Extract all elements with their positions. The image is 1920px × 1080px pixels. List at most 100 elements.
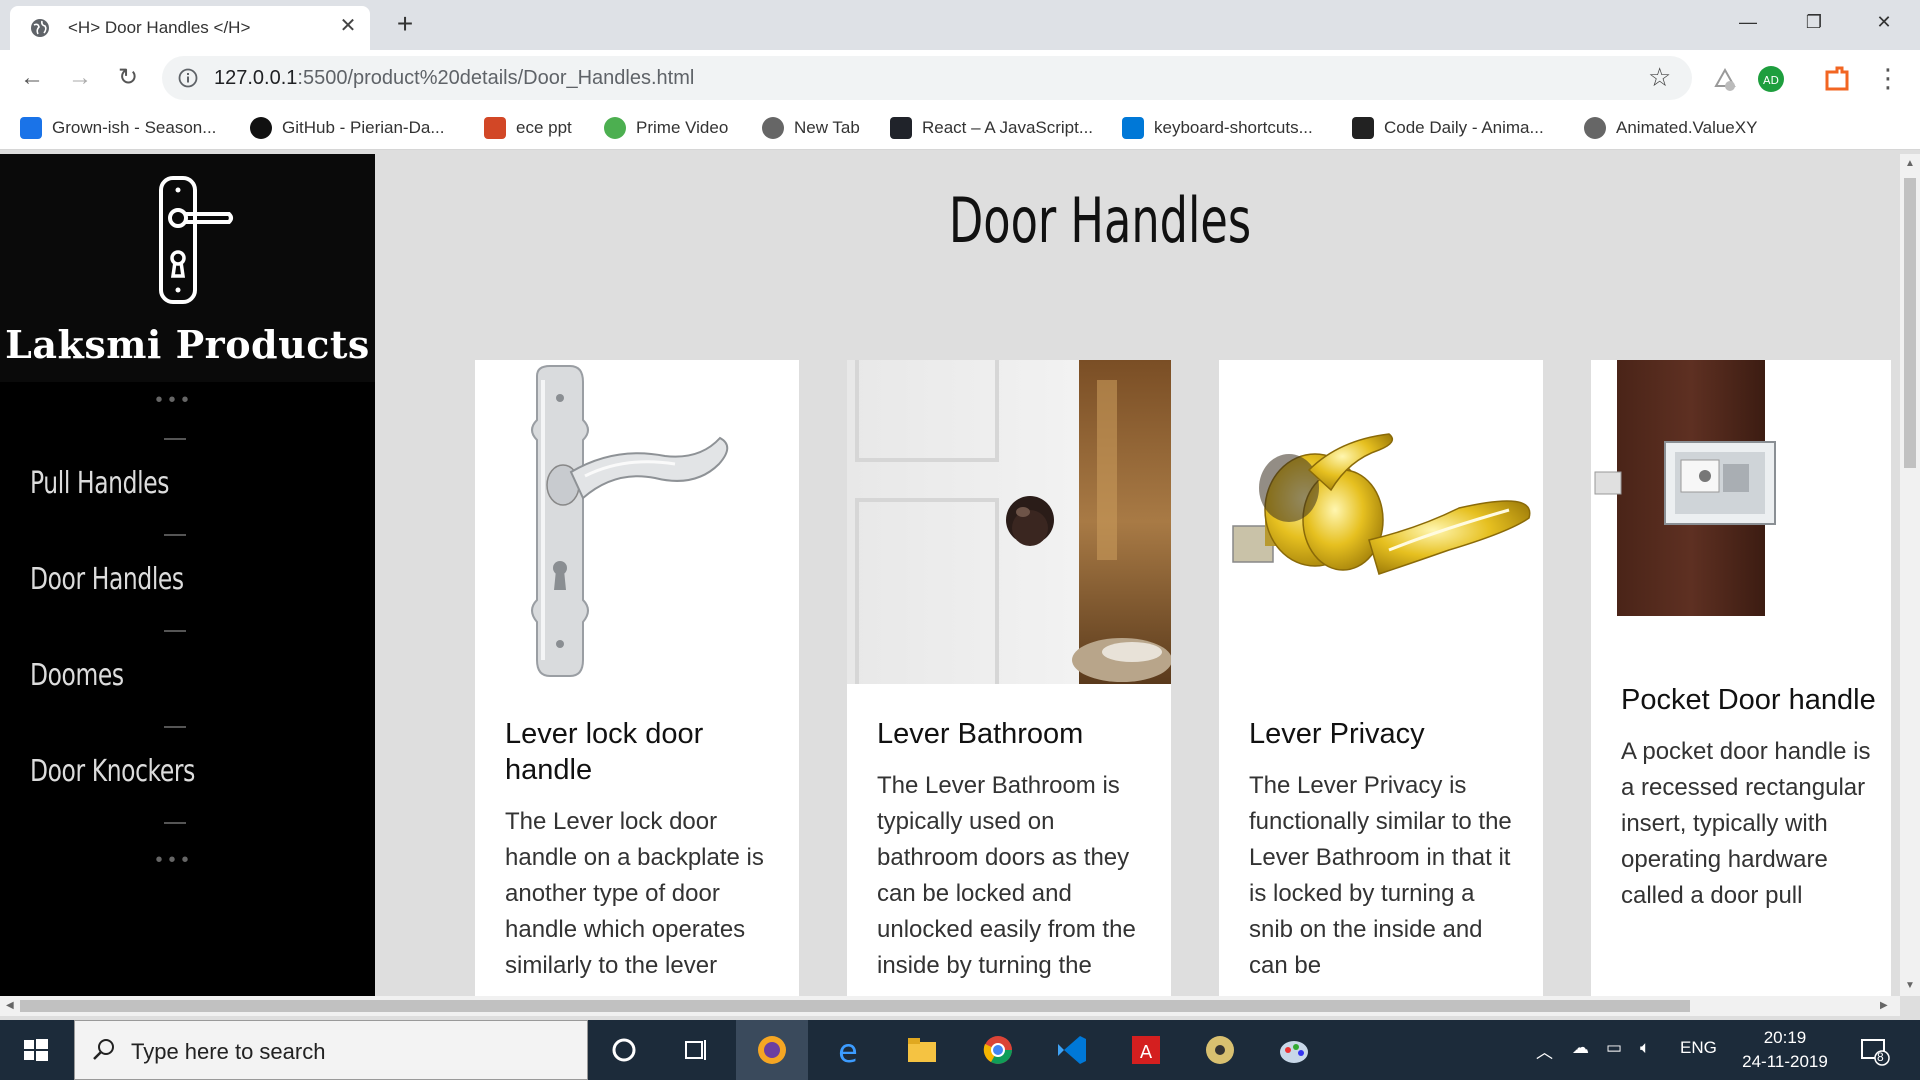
adobe-acrobat-icon[interactable]: A <box>1128 1032 1164 1068</box>
url-text: 127.0.0.1:5500/product%20details/Door_Ha… <box>214 67 694 90</box>
bookmark-item[interactable]: Code Daily - Anima... <box>1352 114 1544 142</box>
react-icon <box>890 117 912 139</box>
forward-arrow-icon[interactable]: → <box>64 62 96 94</box>
onedrive-icon[interactable]: ☁ <box>1572 1038 1589 1058</box>
brand-header: Laksmi Products <box>0 154 375 382</box>
bookmark-label: Grown-ish - Season... <box>52 118 217 137</box>
scroll-left-icon[interactable]: ◀ <box>6 1000 14 1011</box>
divider <box>164 438 186 440</box>
svg-text:AD: AD <box>1763 74 1779 87</box>
bookmark-item[interactable]: GitHub - Pierian-Da... <box>250 114 445 142</box>
clock[interactable]: 20:19 24-11-2019 <box>1730 1026 1840 1074</box>
battery-icon[interactable]: ▭ <box>1606 1038 1622 1058</box>
bookmark-item[interactable]: New Tab <box>762 114 860 142</box>
divider <box>164 534 186 536</box>
vertical-scrollbar[interactable]: ▲ ▼ <box>1900 154 1920 996</box>
divider <box>164 822 186 824</box>
scroll-up-icon[interactable]: ▲ <box>1905 158 1915 169</box>
file-explorer-icon[interactable] <box>904 1032 940 1068</box>
taskbar-search-box[interactable]: Type here to search <box>74 1020 588 1080</box>
new-tab-button[interactable]: + <box>390 10 420 40</box>
paint-icon[interactable] <box>1276 1032 1312 1068</box>
browser-tab[interactable]: <H> Door Handles </H> ✕ <box>10 6 370 50</box>
scrollbar-thumb[interactable] <box>1904 178 1916 468</box>
notifications-icon[interactable] <box>1856 1032 1892 1068</box>
lever-lock-handle-image <box>475 360 799 684</box>
product-card[interactable]: Lever Bathroom The Lever Bathroom is typ… <box>847 360 1171 996</box>
product-card[interactable]: Lever lock door handle The Lever lock do… <box>475 360 799 996</box>
browser-toolbar: ← → ↻ 127.0.0.1:5500/product%20details/D… <box>0 50 1920 106</box>
bookmark-label: New Tab <box>794 118 860 137</box>
product-card[interactable]: Lever Privacy The Lever Privacy is funct… <box>1219 360 1543 996</box>
scroll-right-icon[interactable]: ▶ <box>1880 1000 1888 1011</box>
extension-icon[interactable] <box>1822 64 1852 94</box>
search-placeholder: Type here to search <box>131 1039 326 1064</box>
volume-icon[interactable]: 🔈︎ <box>1640 1038 1650 1058</box>
minimize-icon[interactable]: — <box>1720 6 1776 38</box>
bookmark-label: Code Daily - Anima... <box>1384 118 1544 137</box>
card-description: The Lever Bathroom is typically used on … <box>877 772 1136 979</box>
chevron-up-icon[interactable]: ︿ <box>1536 1038 1553 1063</box>
svg-text:A: A <box>1140 1042 1153 1063</box>
vscode-icon[interactable] <box>1054 1032 1090 1068</box>
bookmark-label: React – A JavaScript... <box>922 118 1094 137</box>
card-description: The Lever Privacy is functionally simila… <box>1249 772 1512 979</box>
close-window-icon[interactable]: ✕ <box>1856 6 1912 38</box>
tab-title: <H> Door Handles </H> <box>68 18 251 37</box>
sidebar-item-door-knockers[interactable]: Door Knockers <box>30 754 195 789</box>
clock-date: 24-11-2019 <box>1742 1052 1828 1071</box>
cortana-icon[interactable] <box>606 1032 642 1068</box>
taskbar: Type here to search e A ︿ ☁ ▭ 🔈︎ ENG 20:… <box>0 1020 1920 1080</box>
info-icon[interactable] <box>178 68 198 88</box>
url-path: :5500/product%20details/Door_Handles.htm… <box>297 67 695 89</box>
close-tab-icon[interactable]: ✕ <box>336 14 360 38</box>
bookmark-label: Prime Video <box>636 118 729 137</box>
profile-avatar-icon[interactable]: AD <box>1756 64 1786 94</box>
sidebar-item-door-handles[interactable]: Door Handles <box>30 562 184 597</box>
card-title: Lever Bathroom <box>877 718 1084 750</box>
sidebar-item-doomes[interactable]: Doomes <box>30 658 124 693</box>
reload-icon[interactable]: ↻ <box>112 62 144 94</box>
back-arrow-icon[interactable]: ← <box>16 62 48 94</box>
windows-start-icon[interactable] <box>18 1032 54 1068</box>
github-icon <box>250 117 272 139</box>
scrollbar-thumb[interactable] <box>20 1000 1690 1012</box>
language-indicator[interactable]: ENG <box>1680 1038 1717 1058</box>
restore-icon[interactable]: ❐ <box>1786 6 1842 38</box>
bookmark-item[interactable]: Prime Video <box>604 114 728 142</box>
bookmark-item[interactable]: keyboard-shortcuts... <box>1122 114 1313 142</box>
bookmark-item[interactable]: Animated.ValueXY <box>1584 114 1757 142</box>
prime-video-icon <box>604 117 626 139</box>
card-title: Lever Privacy <box>1249 718 1425 750</box>
product-card[interactable]: Pocket Door handle A pocket door handle … <box>1591 360 1891 996</box>
dots-decoration: ••• <box>155 849 195 871</box>
bookmarks-bar: Grown-ish - Season... GitHub - Pierian-D… <box>0 106 1920 150</box>
bookmark-item[interactable]: React – A JavaScript... <box>890 114 1093 142</box>
brave-browser-icon[interactable] <box>754 1032 790 1068</box>
web-page: Laksmi Products ••• Pull Handles Door Ha… <box>0 154 1900 996</box>
extension-puzzle-icon[interactable] <box>1710 64 1740 94</box>
card-description: A pocket door handle is a recessed recta… <box>1621 738 1871 909</box>
svg-text:e: e <box>838 1032 858 1068</box>
globe-icon <box>31 19 49 37</box>
bookmark-star-icon[interactable]: ☆ <box>1648 64 1674 90</box>
bookmark-label: GitHub - Pierian-Da... <box>282 118 445 137</box>
horizontal-scrollbar[interactable]: ◀ ▶ <box>0 996 1900 1016</box>
sidebar: Laksmi Products ••• Pull Handles Door Ha… <box>0 154 375 996</box>
sidebar-item-pull-handles[interactable]: Pull Handles <box>30 466 169 501</box>
pocket-door-handle-image <box>1591 360 1891 650</box>
url-host: 127.0.0.1 <box>214 67 298 89</box>
media-player-icon[interactable] <box>1202 1032 1238 1068</box>
powerpoint-icon <box>484 117 506 139</box>
menu-kebab-icon[interactable]: ⋮ <box>1872 62 1904 94</box>
edge-icon[interactable]: e <box>830 1032 866 1068</box>
chrome-icon[interactable] <box>980 1032 1016 1068</box>
door-handle-logo-icon <box>159 176 233 304</box>
dots-decoration: ••• <box>155 389 195 411</box>
bookmark-item[interactable]: ece ppt <box>484 114 572 142</box>
address-bar[interactable]: 127.0.0.1:5500/product%20details/Door_Ha… <box>162 56 1692 100</box>
task-view-icon[interactable] <box>678 1032 714 1068</box>
scroll-down-icon[interactable]: ▼ <box>1905 980 1915 991</box>
bookmark-item[interactable]: Grown-ish - Season... <box>20 114 216 142</box>
gold-lever-privacy-image <box>1219 360 1543 684</box>
